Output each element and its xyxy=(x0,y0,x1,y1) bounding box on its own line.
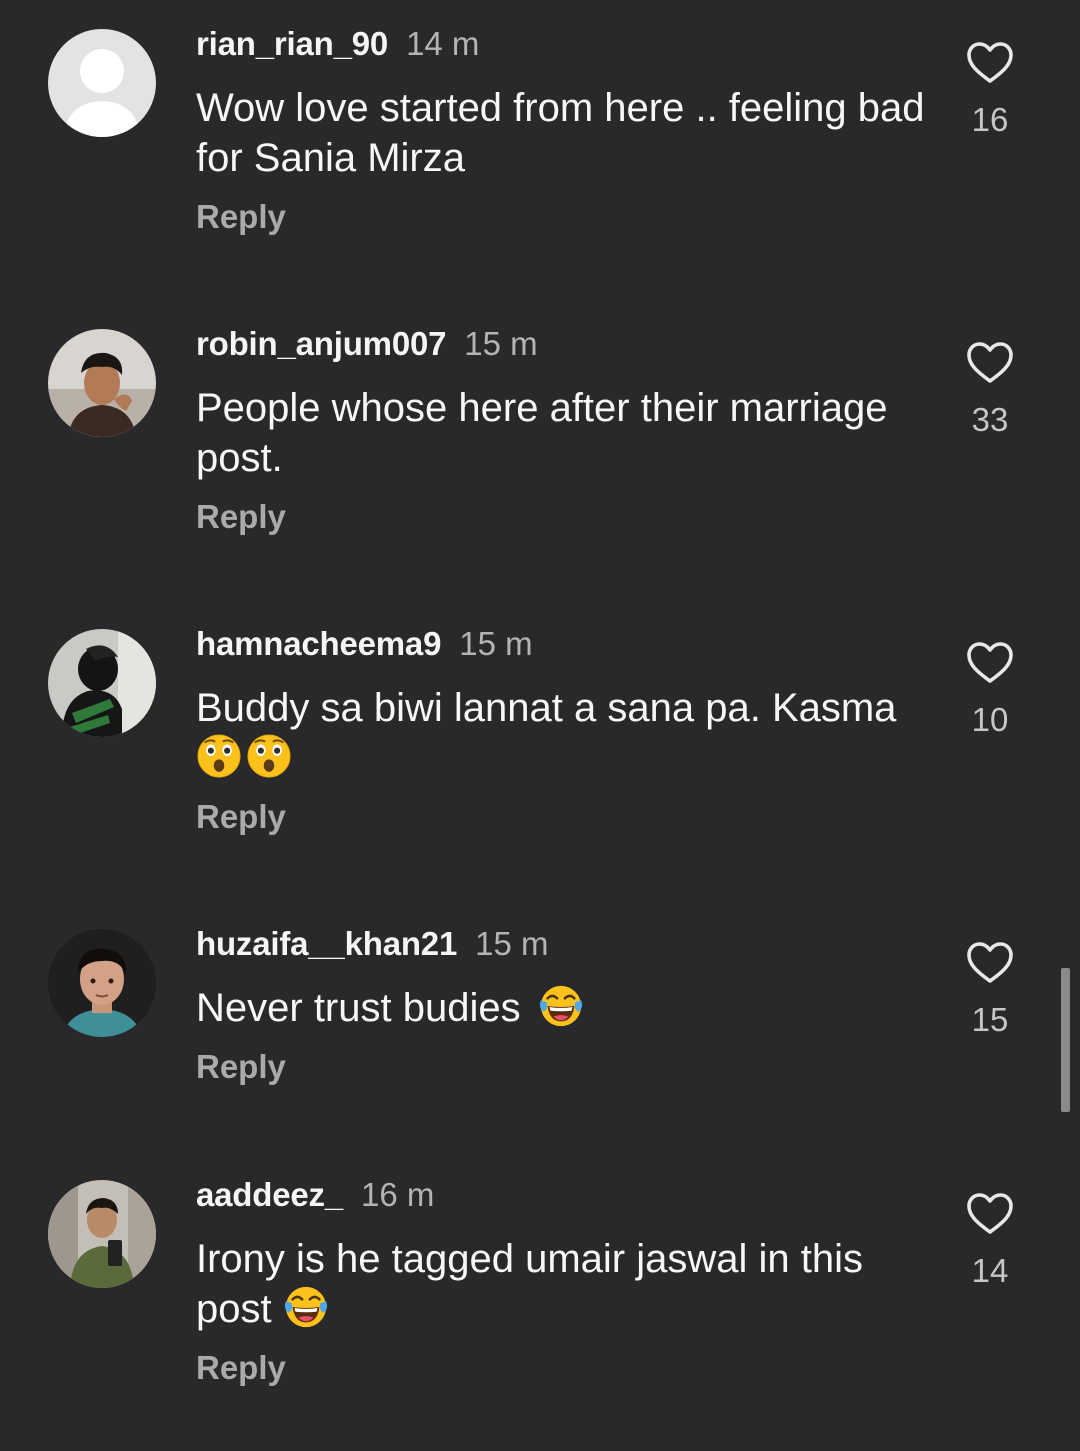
username[interactable]: aaddeez_ xyxy=(196,1176,343,1213)
like-count: 15 xyxy=(971,1001,1009,1038)
comment-item: hamnacheema9 15 m Buddy sa biwi lannat a … xyxy=(0,600,1080,900)
comment-text: Never trust budies xyxy=(196,983,931,1033)
scrollbar[interactable] xyxy=(1061,968,1070,1112)
user-avatar-photo xyxy=(48,929,156,1037)
astonished-face-emoji-icon xyxy=(196,733,242,779)
timestamp: 15 m xyxy=(475,925,549,962)
timestamp: 16 m xyxy=(360,1176,435,1213)
heart-icon[interactable] xyxy=(958,1191,1022,1239)
username[interactable]: hamnacheema9 xyxy=(196,625,441,662)
username[interactable]: robin_anjum007 xyxy=(196,325,446,362)
user-avatar-photo xyxy=(48,329,156,437)
like-count: 16 xyxy=(971,101,1009,138)
like-button[interactable]: 14 xyxy=(958,1191,1022,1291)
tears-of-joy-emoji-icon xyxy=(283,1284,329,1330)
comment-item: rian_rian_90 14 m Wow love started from h… xyxy=(0,0,1080,300)
comment-item: aaddeez_ 16 m Irony is he tagged umair ja… xyxy=(0,1151,1080,1451)
avatar[interactable] xyxy=(48,29,156,137)
tears-of-joy-emoji-icon xyxy=(538,983,584,1029)
timestamp: 15 m xyxy=(464,325,538,362)
avatar[interactable] xyxy=(48,1180,156,1288)
like-count: 33 xyxy=(971,401,1009,438)
reply-button[interactable]: Reply xyxy=(196,1349,286,1387)
username[interactable]: huzaifa__khan21 xyxy=(196,925,457,962)
heart-icon[interactable] xyxy=(958,40,1022,88)
like-count: 14 xyxy=(971,1252,1009,1289)
astonished-face-emoji-icon xyxy=(246,733,292,779)
user-avatar-photo xyxy=(48,629,156,737)
comment-text: Buddy sa biwi lannat a sana pa. Kasma xyxy=(196,683,931,783)
comment-meta: hamnacheema9 15 m xyxy=(196,622,533,666)
default-avatar-icon xyxy=(48,29,156,137)
like-count: 10 xyxy=(971,701,1009,738)
heart-icon[interactable] xyxy=(958,340,1022,388)
comment-text-part: People whose here after their marriage p… xyxy=(196,386,888,480)
timestamp: 15 m xyxy=(459,625,533,662)
comment-meta: robin_anjum007 15 m xyxy=(196,322,538,366)
avatar[interactable] xyxy=(48,329,156,437)
timestamp: 14 m xyxy=(406,25,480,62)
user-avatar-photo xyxy=(48,1180,156,1288)
reply-button[interactable]: Reply xyxy=(196,798,286,836)
comment-text-part: Buddy sa biwi lannat a sana pa. Kasma xyxy=(196,686,897,730)
comment-text-part: Wow love started from here .. feeling ba… xyxy=(196,86,925,180)
comment-meta: aaddeez_ 16 m xyxy=(196,1173,434,1217)
avatar[interactable] xyxy=(48,929,156,1037)
comment-item: robin_anjum007 15 m People whose here aft… xyxy=(0,300,1080,600)
comment-meta: rian_rian_90 14 m xyxy=(196,22,479,66)
comment-meta: huzaifa__khan21 15 m xyxy=(196,922,549,966)
comment-text-part: Never trust budies xyxy=(196,986,532,1030)
heart-icon[interactable] xyxy=(958,940,1022,988)
comment-text: Irony is he tagged umair jaswal in this … xyxy=(196,1234,931,1334)
avatar[interactable] xyxy=(48,629,156,737)
comment-text: People whose here after their marriage p… xyxy=(196,383,931,483)
like-button[interactable]: 10 xyxy=(958,640,1022,740)
comment-text: Wow love started from here .. feeling ba… xyxy=(196,83,931,183)
username[interactable]: rian_rian_90 xyxy=(196,25,388,62)
reply-button[interactable]: Reply xyxy=(196,1048,286,1086)
like-button[interactable]: 16 xyxy=(958,40,1022,140)
like-button[interactable]: 15 xyxy=(958,940,1022,1040)
heart-icon[interactable] xyxy=(958,640,1022,688)
reply-button[interactable]: Reply xyxy=(196,498,286,536)
reply-button[interactable]: Reply xyxy=(196,198,286,236)
like-button[interactable]: 33 xyxy=(958,340,1022,440)
